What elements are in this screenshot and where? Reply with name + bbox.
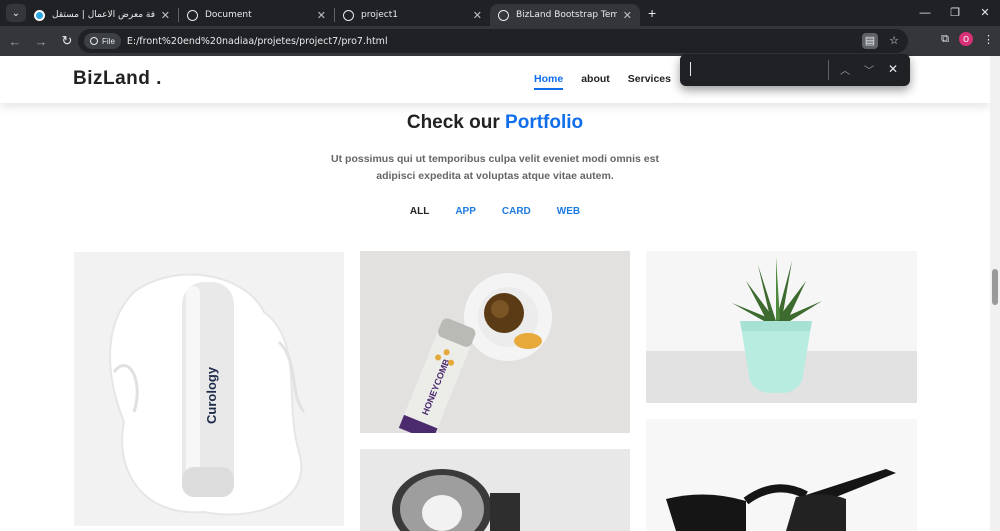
menu-kebab-icon[interactable]: ⋮	[983, 33, 994, 46]
globe-icon	[343, 9, 354, 21]
tea-can-image: HONEYCOMB	[360, 251, 630, 433]
portfolio-item-sunglasses[interactable]	[646, 419, 917, 531]
scrollbar-thumb[interactable]	[992, 269, 998, 305]
browser-toolbar: ← → ↻ File E:/front%20end%20nadiaa/proje…	[0, 26, 1000, 56]
find-next-icon[interactable]: ﹀	[864, 62, 874, 77]
portfolio-item-plant[interactable]	[646, 251, 917, 403]
tab-strip: ⌄ إضافة معرض الأعمال | مستقل ✕ Document …	[0, 0, 1000, 26]
find-prev-icon[interactable]: ︿	[840, 62, 850, 77]
tab-project1[interactable]: project1 ✕	[335, 4, 490, 26]
restore-icon[interactable]: ❐	[940, 0, 970, 26]
window-controls: — ❐ ✕	[910, 0, 1000, 26]
portfolio-item-tea[interactable]: HONEYCOMB	[360, 251, 630, 433]
portfolio-filters: ALL APP CARD WEB	[0, 206, 990, 217]
close-tab-icon[interactable]: ✕	[473, 9, 482, 22]
minimize-icon[interactable]: —	[910, 0, 940, 26]
page-action-icon[interactable]: ▤	[862, 33, 878, 49]
tab-bizland[interactable]: BizLand Bootstrap Template De ✕	[490, 4, 640, 26]
filter-web[interactable]: WEB	[557, 206, 580, 217]
site-nav: Home about Services	[534, 73, 671, 90]
site-info-chip[interactable]: File	[84, 33, 121, 49]
profile-avatar[interactable]: o	[959, 32, 973, 46]
close-tab-icon[interactable]: ✕	[317, 9, 326, 22]
web-page: BizLand . Home about Services Check our …	[0, 56, 1000, 531]
page-scrollbar[interactable]	[990, 56, 1000, 531]
filter-card[interactable]: CARD	[502, 206, 531, 217]
globe-icon	[187, 9, 198, 21]
portfolio-item-lamp[interactable]	[360, 449, 630, 531]
filter-all[interactable]: ALL	[410, 206, 429, 217]
address-bar[interactable]: File E:/front%20end%20nadiaa/projetes/pr…	[78, 29, 908, 53]
close-tab-icon[interactable]: ✕	[623, 9, 632, 22]
portfolio-item-bottle[interactable]: Curology	[74, 252, 344, 526]
nav-about[interactable]: about	[581, 73, 610, 90]
cream-bottle-image: Curology	[109, 273, 306, 516]
globe-icon	[498, 9, 509, 21]
find-close-icon[interactable]: ✕	[888, 62, 898, 76]
sunglasses-image	[646, 419, 917, 531]
lamp-image	[360, 449, 630, 531]
nav-services[interactable]: Services	[628, 73, 671, 90]
succulent-plant-image	[646, 251, 917, 403]
mostaql-favicon-icon	[34, 9, 45, 21]
nav-home[interactable]: Home	[534, 73, 564, 90]
reload-icon[interactable]: ↻	[56, 33, 78, 49]
filter-app[interactable]: APP	[455, 206, 476, 217]
info-icon	[90, 37, 98, 45]
find-input[interactable]	[690, 62, 691, 76]
url-text[interactable]: E:/front%20end%20nadiaa/projetes/project…	[127, 36, 388, 47]
forward-icon[interactable]: →	[30, 34, 52, 49]
site-logo[interactable]: BizLand .	[73, 68, 162, 90]
tab-mostaql[interactable]: إضافة معرض الأعمال | مستقل ✕	[26, 4, 178, 26]
back-icon[interactable]: ←	[4, 34, 26, 49]
close-window-icon[interactable]: ✕	[970, 0, 1000, 26]
bookmark-star-icon[interactable]: ☆	[886, 33, 902, 49]
new-tab-button[interactable]: +	[648, 5, 656, 21]
find-bar: ︿ ﹀ ✕	[680, 54, 910, 86]
tab-document[interactable]: Document ✕	[179, 4, 334, 26]
tab-search-icon[interactable]: ⌄	[6, 4, 26, 22]
svg-text:Curology: Curology	[204, 366, 219, 424]
extensions-icon[interactable]: ⧉	[941, 33, 949, 46]
close-tab-icon[interactable]: ✕	[161, 9, 170, 22]
section-title: Check our Portfolio	[406, 112, 584, 133]
section-subtitle: Ut possimus qui ut temporibus culpa veli…	[331, 153, 659, 182]
